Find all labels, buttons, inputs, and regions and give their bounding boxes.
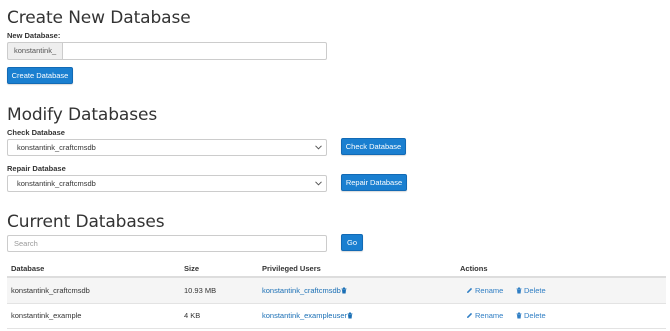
check-database-selected: konstantink_craftcmsdb xyxy=(17,143,96,152)
delete-action[interactable]: Delete xyxy=(516,278,546,304)
database-name: konstantink_craftcmsdb xyxy=(11,286,90,295)
database-prefix: konstantink_ xyxy=(7,42,62,60)
database-name: konstantink_example xyxy=(11,311,82,320)
repair-database-label: Repair Database xyxy=(7,164,66,173)
go-button[interactable]: Go xyxy=(341,234,363,251)
chevron-down-icon xyxy=(315,140,322,155)
column-header-actions: Actions xyxy=(460,264,488,273)
rename-label: Rename xyxy=(475,286,504,295)
modify-databases-title: Modify Databases xyxy=(7,105,158,125)
page: Create New Database New Database: konsta… xyxy=(0,0,670,331)
new-database-label: New Database: xyxy=(7,31,61,40)
chevron-down-icon xyxy=(315,176,322,191)
create-database-button[interactable]: Create Database xyxy=(7,67,73,84)
database-size: 4 KB xyxy=(184,311,201,320)
column-header-privileged-users: Privileged Users xyxy=(262,264,321,273)
check-database-button[interactable]: Check Database xyxy=(341,138,406,155)
repair-database-button[interactable]: Repair Database xyxy=(341,174,407,191)
privileged-user-name: konstantink_craftcmsdb xyxy=(262,286,341,295)
repair-database-select[interactable]: konstantink_craftcmsdb xyxy=(7,175,327,192)
privileged-user-name: konstantink_exampleuser xyxy=(262,311,348,320)
delete-label: Delete xyxy=(524,311,546,320)
trash-icon[interactable] xyxy=(347,304,353,329)
pencil-icon xyxy=(466,279,473,304)
new-database-input-group: konstantink_ xyxy=(7,42,327,60)
new-database-input[interactable] xyxy=(62,42,327,60)
trash-icon xyxy=(516,304,522,329)
delete-action[interactable]: Delete xyxy=(516,303,546,329)
current-databases-title: Current Databases xyxy=(7,212,165,232)
pencil-icon xyxy=(466,304,473,329)
trash-icon[interactable] xyxy=(341,279,347,304)
rename-label: Rename xyxy=(475,311,504,320)
column-header-database[interactable]: Database xyxy=(11,264,44,273)
create-database-title: Create New Database xyxy=(7,8,191,28)
database-size: 10.93 MB xyxy=(184,286,217,295)
trash-icon xyxy=(516,279,522,304)
privileged-user-link[interactable]: konstantink_exampleuser xyxy=(262,303,355,329)
table-row: konstantink_example 4 KB konstantink_exa… xyxy=(7,303,666,328)
rename-action[interactable]: Rename xyxy=(466,303,503,329)
check-database-select[interactable]: konstantink_craftcmsdb xyxy=(7,139,327,156)
delete-label: Delete xyxy=(524,286,546,295)
privileged-user-link[interactable]: konstantink_craftcmsdb xyxy=(262,278,349,304)
search-input[interactable] xyxy=(7,235,327,252)
repair-database-selected: konstantink_craftcmsdb xyxy=(17,179,96,188)
column-header-size[interactable]: Size xyxy=(184,264,199,273)
table-row: konstantink_craftcmsdb 10.93 MB konstant… xyxy=(7,278,666,303)
check-database-label: Check Database xyxy=(7,128,65,137)
row-divider xyxy=(7,328,666,329)
rename-action[interactable]: Rename xyxy=(466,278,503,304)
